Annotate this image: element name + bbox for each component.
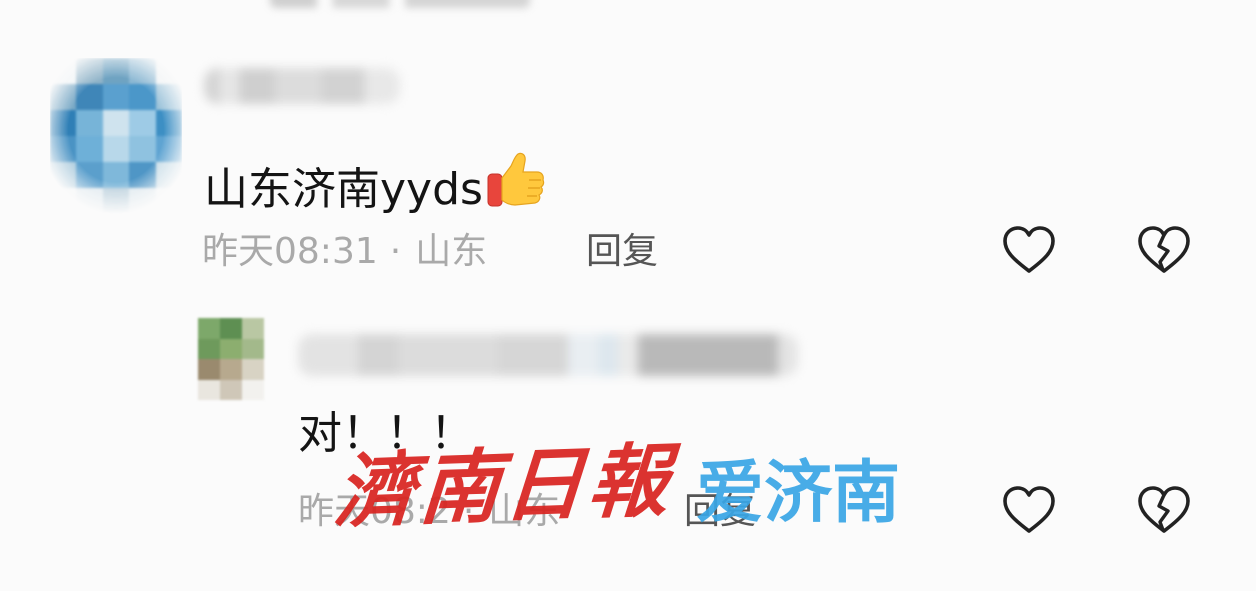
comment-section: 山东济南yyds 昨天08:31 · 山东 回复 对！！！ 昨天08:2 · 山东 回复 — [0, 0, 1256, 591]
avatar-pixel — [50, 188, 77, 214]
avatar-pixel — [198, 359, 220, 380]
avatar-pixel — [129, 58, 156, 84]
like-button[interactable] — [1001, 224, 1057, 276]
avatar-pixel — [50, 58, 77, 84]
avatar-pixel — [242, 359, 264, 380]
username-blurred[interactable] — [204, 68, 400, 104]
avatar-pixel — [102, 136, 130, 162]
app-watermark: 爱济南 — [696, 454, 901, 533]
avatar-pixel — [155, 136, 182, 162]
thumbs-up-icon — [485, 150, 545, 218]
comment-time: 昨天08:31 — [202, 231, 378, 272]
avatar-pixel — [220, 359, 242, 380]
avatar-pixel — [129, 162, 156, 188]
avatar-pixel — [50, 136, 77, 162]
avatar-pixel — [129, 188, 156, 214]
reply-username-blurred[interactable] — [298, 334, 798, 376]
avatar-pixel — [102, 110, 130, 136]
reply-like-button[interactable] — [1001, 484, 1057, 536]
avatar-pixel — [102, 84, 130, 110]
avatar[interactable] — [50, 58, 182, 214]
avatar-pixel — [102, 188, 130, 214]
avatar-pixel — [129, 110, 156, 136]
broken-heart-icon — [1138, 226, 1190, 273]
avatar-pixel — [76, 188, 103, 214]
newspaper-watermark: 濟南日報 — [332, 433, 676, 539]
heart-icon — [1003, 486, 1055, 533]
avatar-pixel — [155, 110, 182, 136]
avatar-pixel — [198, 318, 220, 339]
avatar-pixel — [220, 379, 242, 400]
avatar-pixel — [76, 136, 103, 162]
blurred-previous-comment-text — [270, 0, 530, 8]
comment-body: 山东济南yyds — [204, 164, 483, 215]
broken-heart-icon — [1138, 486, 1190, 533]
meta-separator: · — [389, 231, 402, 272]
reply-button[interactable]: 回复 — [586, 234, 658, 270]
avatar-pixel — [76, 84, 103, 110]
avatar-pixel — [76, 58, 103, 84]
dislike-button[interactable] — [1136, 224, 1192, 276]
avatar-pixel — [155, 84, 182, 110]
heart-icon — [1003, 226, 1055, 273]
avatar-pixel — [198, 379, 220, 400]
avatar-pixel — [220, 318, 242, 339]
avatar-pixel — [155, 162, 182, 188]
comment-text: 山东济南yyds — [204, 150, 545, 218]
avatar-pixel — [102, 58, 130, 84]
avatar-pixel — [76, 110, 103, 136]
avatar-pixel — [76, 162, 103, 188]
avatar-pixel — [50, 110, 77, 136]
avatar-pixel — [102, 162, 130, 188]
avatar-pixel — [242, 379, 264, 400]
reply-avatar[interactable] — [198, 318, 264, 400]
avatar-pixel — [242, 338, 264, 359]
avatar-pixel — [155, 58, 182, 84]
avatar-pixel — [129, 136, 156, 162]
avatar-pixel — [50, 84, 77, 110]
avatar-pixel — [50, 162, 77, 188]
comment-location: 山东 — [415, 231, 488, 272]
avatar-pixel — [129, 84, 156, 110]
reply-dislike-button[interactable] — [1136, 484, 1192, 536]
avatar-pixel — [242, 318, 264, 339]
avatar-pixel — [220, 338, 242, 359]
comment-meta: 昨天08:31 · 山东 — [202, 234, 487, 270]
avatar-pixel — [198, 338, 220, 359]
avatar-pixel — [155, 188, 182, 214]
